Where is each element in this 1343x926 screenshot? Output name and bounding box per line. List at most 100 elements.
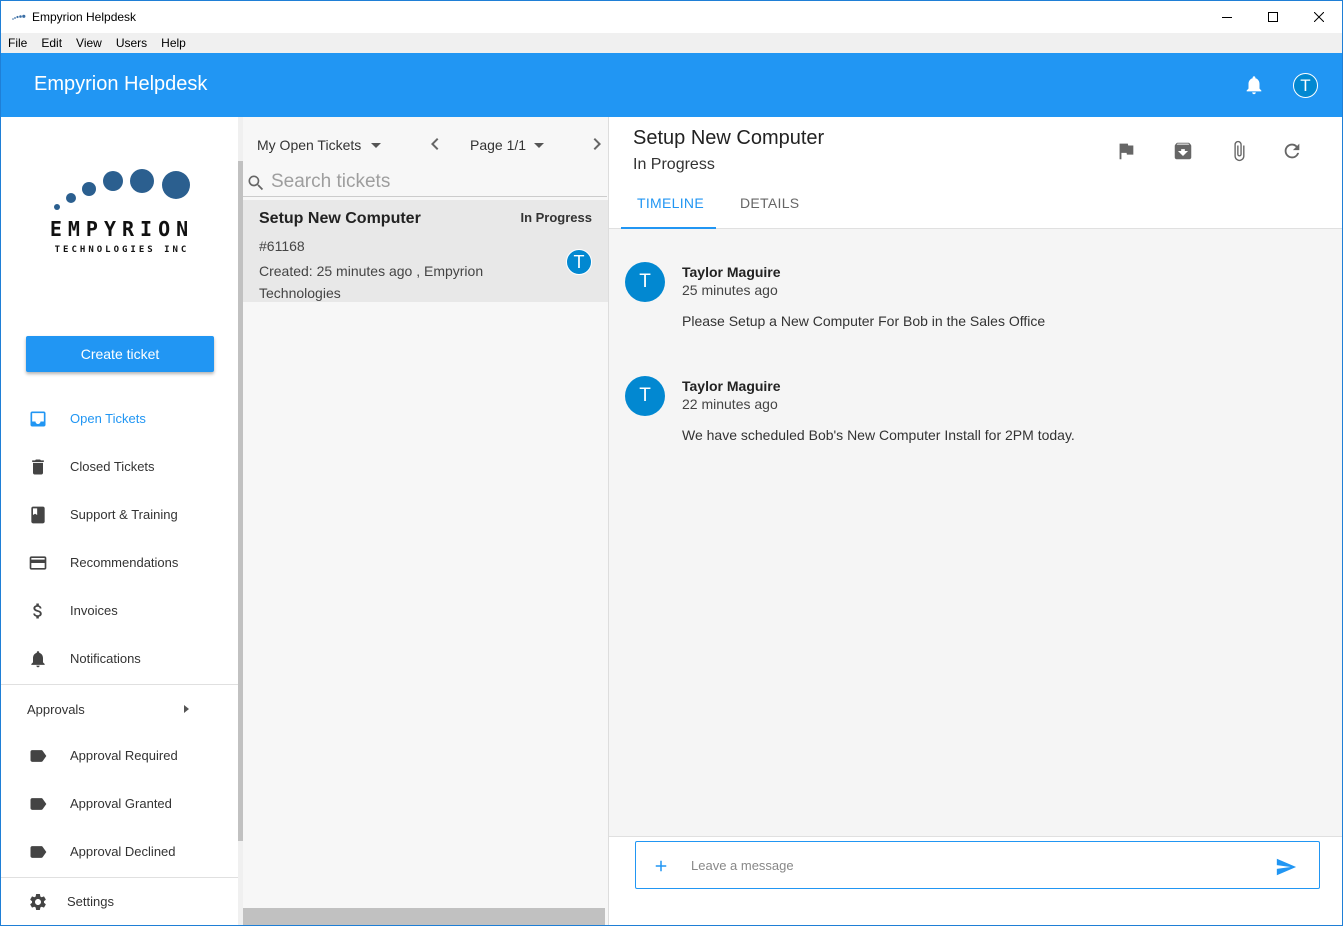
refresh-button[interactable] [1280,139,1304,163]
plus-icon[interactable] [652,857,670,875]
ticket-detail-panel: Setup New Computer In Progress TIMELINE … [609,117,1342,925]
chevron-left-icon[interactable] [423,132,447,156]
logo-wordmark: EMPYRION [49,217,195,241]
ticket-created: Created: 25 minutes ago , Empyrion Techn… [259,263,484,301]
search-icon [248,175,264,191]
app-bar: Empyrion Helpdesk T [1,53,1342,117]
ticket-list-panel: My Open Tickets Page 1/1 Setup New Compu… [243,117,609,925]
entry-author: Taylor Maguire [682,264,781,280]
entry-time: 22 minutes ago [682,396,778,412]
sidebar-divider [1,684,238,685]
sidebar-item-label: Closed Tickets [70,459,155,474]
sidebar-item-approval-required[interactable]: Approval Required [1,732,238,780]
approvals-toggle[interactable]: Approvals [27,702,85,717]
menu-bar: File Edit View Users Help [1,33,1342,53]
logo-dots-icon [54,169,190,210]
gear-icon [28,892,48,912]
menu-users[interactable]: Users [109,33,154,53]
tab-details[interactable]: DETAILS [740,195,799,211]
ticket-detail-status: In Progress [633,156,715,173]
page-select[interactable]: Page 1/1 [470,133,551,157]
message-composer-bar [609,836,1342,925]
app-window: Empyrion Helpdesk File Edit View Users H… [0,0,1343,926]
close-button[interactable] [1296,1,1342,33]
label-icon [28,842,48,862]
search-input[interactable] [271,169,601,195]
logo-subtitle: TECHNOLOGIES INC [54,245,190,255]
ticket-assignee-avatar: T [566,249,592,275]
menu-edit[interactable]: Edit [34,33,69,53]
archive-button[interactable] [1171,139,1195,163]
sidebar-item-label: Approval Declined [70,844,176,859]
ticket-title: Setup New Computer [259,210,421,227]
sidebar-item-label: Support & Training [70,507,178,522]
caret-right-icon[interactable] [181,703,191,715]
attach-button[interactable] [1227,139,1251,163]
tab-timeline[interactable]: TIMELINE [637,195,704,211]
send-icon[interactable] [1274,856,1298,878]
sidebar-item-approval-declined[interactable]: Approval Declined [1,828,238,876]
book-icon [28,505,48,525]
ticket-status: In Progress [520,210,592,225]
chevron-right-icon[interactable] [585,132,609,156]
flag-button[interactable] [1114,139,1138,163]
sidebar-item-settings[interactable]: Settings [1,878,238,925]
sidebar-item-invoices[interactable]: Invoices [1,587,238,635]
entry-avatar: T [625,262,665,302]
sidebar: EMPYRION TECHNOLOGIES INC Create ticket … [1,117,238,925]
search-bar [243,169,607,197]
entry-avatar: T [625,376,665,416]
sidebar-item-recommendations[interactable]: Recommendations [1,539,238,587]
dropdown-arrow-icon [371,143,382,148]
message-composer [635,841,1320,889]
refresh-icon [1284,143,1300,159]
sidebar-item-notifications[interactable]: Notifications [1,635,238,683]
sidebar-item-label: Invoices [70,603,118,618]
title-bar: Empyrion Helpdesk [1,1,1342,33]
credit-card-icon [28,553,48,573]
sidebar-item-label: Open Tickets [70,411,146,426]
menu-file[interactable]: File [1,33,34,53]
tab-indicator [621,227,716,229]
ticket-list-scrollbar[interactable] [243,908,605,925]
minimize-button[interactable] [1204,1,1250,33]
sidebar-item-approval-granted[interactable]: Approval Granted [1,780,238,828]
user-avatar[interactable]: T [1293,73,1318,98]
dropdown-arrow-icon [534,143,545,148]
minimize-icon [1222,17,1232,18]
entry-time: 25 minutes ago [682,282,778,298]
sidebar-item-label: Notifications [70,651,141,666]
message-input[interactable] [691,852,1251,878]
sidebar-item-label: Approval Granted [70,796,172,811]
timeline-entry: T Taylor Maguire 22 minutes ago We have … [625,376,1325,466]
inbox-icon [28,409,48,429]
ticket-filter-select[interactable]: My Open Tickets [257,133,388,157]
app-title: Empyrion Helpdesk [34,73,208,95]
entry-message: Please Setup a New Computer For Bob in t… [682,313,1046,329]
window-title: Empyrion Helpdesk [32,10,137,24]
sidebar-item-support-training[interactable]: Support & Training [1,491,238,539]
sidebar-item-label: Settings [67,894,114,909]
maximize-button[interactable] [1250,1,1296,33]
dollar-icon [28,601,48,621]
flag-icon [1119,143,1134,160]
ticket-filter-label: My Open Tickets [257,137,362,153]
label-icon [28,794,48,814]
maximize-icon [1268,12,1278,22]
ticket-detail-header: Setup New Computer In Progress TIMELINE … [609,117,1342,229]
sidebar-item-closed-tickets[interactable]: Closed Tickets [1,443,238,491]
ticket-list-item[interactable]: Setup New Computer In Progress #61168 Cr… [243,200,608,302]
timeline-entry: T Taylor Maguire 25 minutes ago Please S… [625,262,1325,352]
company-logo: EMPYRION TECHNOLOGIES INC [37,167,207,262]
paperclip-icon [1234,140,1245,162]
ticket-id: #61168 [259,238,305,254]
page-label: Page 1/1 [470,137,527,153]
create-ticket-button[interactable]: Create ticket [26,336,214,372]
label-icon [28,746,48,766]
ticket-detail-title: Setup New Computer [633,127,825,149]
sidebar-item-open-tickets[interactable]: Open Tickets [1,395,238,443]
sidebar-item-label: Approval Required [70,748,178,763]
menu-view[interactable]: View [69,33,109,53]
menu-help[interactable]: Help [154,33,193,53]
bell-icon[interactable] [1243,74,1265,96]
